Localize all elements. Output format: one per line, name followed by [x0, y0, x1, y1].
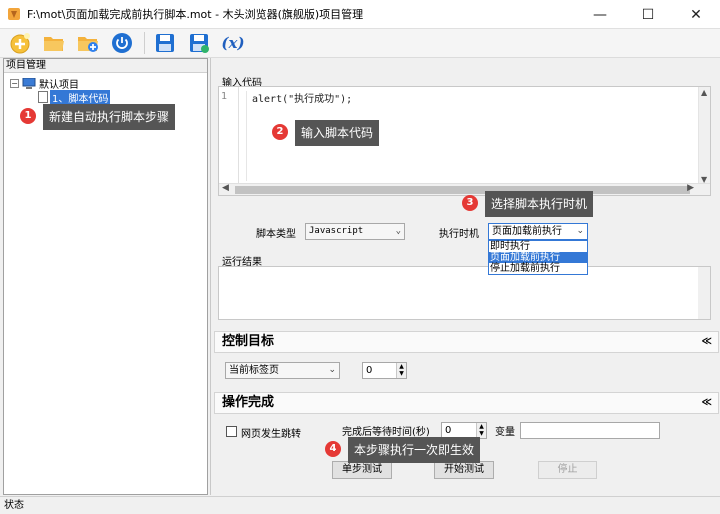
stepper-arrows-icon[interactable]: ▲ ▼: [476, 423, 486, 438]
stepper-arrows-icon[interactable]: ▲ ▼: [396, 363, 406, 378]
project-tree: − 默认项目 1、脚本代码: [4, 73, 207, 105]
save-icon: [156, 34, 174, 52]
new-project-button[interactable]: [6, 30, 34, 56]
control-target-header[interactable]: 控制目标 ≪: [214, 331, 719, 353]
power-button[interactable]: [108, 30, 136, 56]
variable-label: 变量: [495, 427, 515, 438]
scroll-left-icon[interactable]: ◀: [222, 183, 229, 193]
open-folder-button[interactable]: [40, 30, 68, 56]
callout-2: 输入脚本代码: [295, 120, 380, 146]
wait-time-label: 完成后等待时间(秒): [342, 427, 430, 438]
line-number: 1: [219, 87, 239, 185]
collapse-chevron-icon[interactable]: ≪: [702, 332, 712, 352]
tree-item-script-label: 1、脚本代码: [50, 89, 111, 105]
timing-label: 执行时机: [439, 229, 479, 240]
save-as-button[interactable]: [185, 30, 213, 56]
code-vertical-scrollbar[interactable]: ▲ ▼: [698, 87, 710, 185]
step-test-button[interactable]: 单步测试: [332, 461, 392, 479]
status-bar: 状态: [0, 496, 720, 514]
callout-1: 新建自动执行脚本步骤: [43, 104, 176, 130]
wait-time-value: 0: [445, 425, 452, 436]
timing-dropdown-list[interactable]: 即时执行 页面加载前执行 停止加载前执行: [488, 240, 588, 275]
save-as-icon: [190, 34, 209, 53]
callout-badge-2: 2: [272, 124, 288, 140]
stop-button[interactable]: 停止: [538, 461, 597, 479]
maximize-button[interactable]: ☐: [624, 0, 672, 29]
power-icon: [112, 33, 132, 53]
toolbar: (x): [0, 29, 720, 58]
variable-icon: (x): [221, 34, 245, 52]
timing-option[interactable]: 即时执行: [489, 241, 587, 252]
save-button[interactable]: [151, 30, 179, 56]
start-test-button[interactable]: 开始测试: [434, 461, 494, 479]
indent-guide: [246, 91, 247, 181]
collapse-chevron-icon[interactable]: ≪: [702, 393, 712, 413]
minimize-button[interactable]: —: [576, 0, 624, 29]
new-project-icon: [10, 33, 30, 54]
chevron-down-icon: ⌄: [395, 226, 401, 236]
chevron-down-icon: ⌄: [576, 226, 584, 236]
result-scrollbar[interactable]: [698, 267, 710, 319]
target-index-stepper[interactable]: 0 ▲ ▼: [362, 362, 407, 379]
code-text[interactable]: alert("执行成功");: [252, 90, 352, 105]
timing-value: 页面加载前执行: [492, 226, 562, 237]
open-folder-icon: [44, 37, 64, 51]
callout-badge-1: 1: [20, 108, 36, 124]
operation-complete-title: 操作完成: [222, 395, 275, 410]
code-horizontal-scrollbar[interactable]: ◀ ▶: [219, 183, 710, 195]
window-title: F:\mot\页面加载完成前执行脚本.mot - 木头浏览器(旗舰版)项目管理: [27, 8, 364, 21]
callout-badge-4: 4: [325, 441, 341, 457]
document-icon: [38, 91, 48, 103]
script-type-label: 脚本类型: [256, 229, 296, 240]
variable-input[interactable]: [520, 422, 660, 439]
page-jump-checkbox[interactable]: [226, 426, 237, 437]
control-target-title: 控制目标: [222, 334, 275, 349]
tree-item-root[interactable]: − 默认项目: [10, 76, 207, 91]
result-output[interactable]: [218, 266, 711, 320]
app-logo-icon: [8, 8, 20, 20]
title-bar: F:\mot\页面加载完成前执行脚本.mot - 木头浏览器(旗舰版)项目管理 …: [0, 0, 720, 29]
target-value: 当前标签页: [229, 365, 279, 376]
collapse-icon[interactable]: −: [10, 78, 19, 88]
chevron-down-icon: ⌄: [328, 365, 336, 375]
add-folder-icon: [78, 37, 98, 52]
script-type-value: Javascript: [309, 226, 364, 236]
callout-3: 选择脚本执行时机: [485, 191, 594, 217]
callout-badge-3: 3: [462, 195, 478, 211]
add-folder-button[interactable]: [74, 30, 102, 56]
target-select[interactable]: 当前标签页 ⌄: [225, 362, 340, 379]
step-editor-panel: 输入代码 1 alert("执行成功"); ▲ ▼ ◀ ▶ 脚本类型 Javas…: [210, 58, 720, 495]
target-index-value: 0: [366, 365, 373, 376]
close-button[interactable]: ✕: [672, 0, 720, 29]
tree-item-script[interactable]: 1、脚本代码: [10, 89, 207, 105]
page-jump-label: 网页发生跳转: [241, 429, 301, 440]
scroll-right-icon[interactable]: ▶: [687, 183, 694, 193]
timing-option[interactable]: 停止加载前执行: [489, 263, 587, 274]
timing-option-selected[interactable]: 页面加载前执行: [489, 252, 587, 263]
scroll-thumb[interactable]: [235, 186, 690, 194]
tree-item-root-label: 默认项目: [39, 79, 79, 91]
script-type-select[interactable]: Javascript ⌄: [305, 223, 405, 240]
scroll-up-icon[interactable]: ▲: [701, 88, 707, 97]
callout-4: 本步骤执行一次即生效: [348, 437, 481, 463]
code-editor[interactable]: 1 alert("执行成功"); ▲ ▼ ◀ ▶: [218, 86, 711, 196]
timing-select[interactable]: 页面加载前执行 ⌄: [488, 223, 588, 240]
project-panel-title: 项目管理: [4, 59, 207, 73]
variable-button[interactable]: (x): [219, 30, 247, 56]
operation-complete-header[interactable]: 操作完成 ≪: [214, 392, 719, 414]
computer-icon: [22, 77, 36, 89]
toolbar-separator: [144, 32, 145, 54]
